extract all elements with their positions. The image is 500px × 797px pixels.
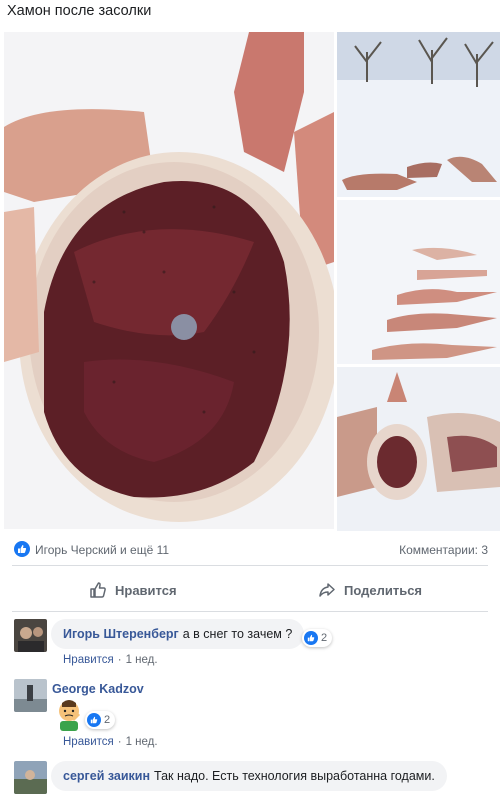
photo-gallery [0, 32, 500, 531]
share-label: Поделиться [344, 582, 423, 598]
photo-hams-row[interactable] [337, 200, 500, 364]
reaction-count: 2 [104, 714, 111, 726]
photo-salted-hams[interactable] [337, 367, 500, 531]
divider [12, 565, 488, 566]
comment-author[interactable]: Игорь Штеренберг [63, 627, 179, 641]
comment-like-link[interactable]: Нравится [63, 654, 114, 666]
comment-time[interactable]: 1 нед. [126, 654, 158, 666]
comment-reactions[interactable]: 2 [302, 629, 333, 647]
comment-bubble: Игорь Штеренберг а в снег то зачем ? [51, 619, 305, 649]
avatar[interactable] [14, 679, 47, 712]
comment-bubble: сергей заикин Так надо. Есть технология в… [51, 761, 447, 791]
reactors-list[interactable]: Игорь Черский и ещё 11 [35, 543, 169, 557]
comment-meta: Нравится · 1 нед. [63, 736, 158, 748]
divider [12, 611, 488, 612]
comments-count[interactable]: Комментарии: 3 [399, 543, 488, 557]
reactions-bar: Игорь Черский и ещё 11 Комментарии: 3 [0, 536, 500, 562]
photo-main-ham[interactable] [4, 32, 334, 529]
thumbs-up-icon [90, 582, 106, 598]
comment-author[interactable]: George Kadzov [52, 682, 144, 696]
comment-text: Так надо. Есть технология выработанна го… [154, 769, 435, 783]
comment-meta: Нравится · 1 нед. [63, 654, 158, 666]
separator: · [117, 654, 122, 666]
thinking-face-sticker [54, 699, 84, 731]
comment-reactions[interactable]: 2 [85, 711, 116, 729]
share-button[interactable]: Поделиться [318, 572, 422, 608]
like-label: Нравится [115, 582, 177, 598]
reaction-count: 2 [321, 632, 328, 644]
comment-text: а в снег то зачем ? [182, 627, 293, 641]
like-button[interactable]: Нравится [89, 572, 177, 608]
share-icon [319, 583, 335, 597]
comment-like-link[interactable]: Нравится [63, 736, 114, 748]
separator: · [117, 736, 122, 748]
post-actions: Нравится Поделиться [0, 572, 500, 608]
like-icon [87, 713, 101, 727]
like-icon [14, 541, 30, 557]
photo-orchard-snow[interactable] [337, 32, 500, 197]
avatar[interactable] [14, 761, 47, 794]
comment-time[interactable]: 1 нед. [126, 736, 158, 748]
post-text: Хамон после засолки [7, 3, 152, 19]
like-icon [304, 631, 318, 645]
comment-author[interactable]: сергей заикин [63, 769, 150, 783]
avatar[interactable] [14, 619, 47, 652]
